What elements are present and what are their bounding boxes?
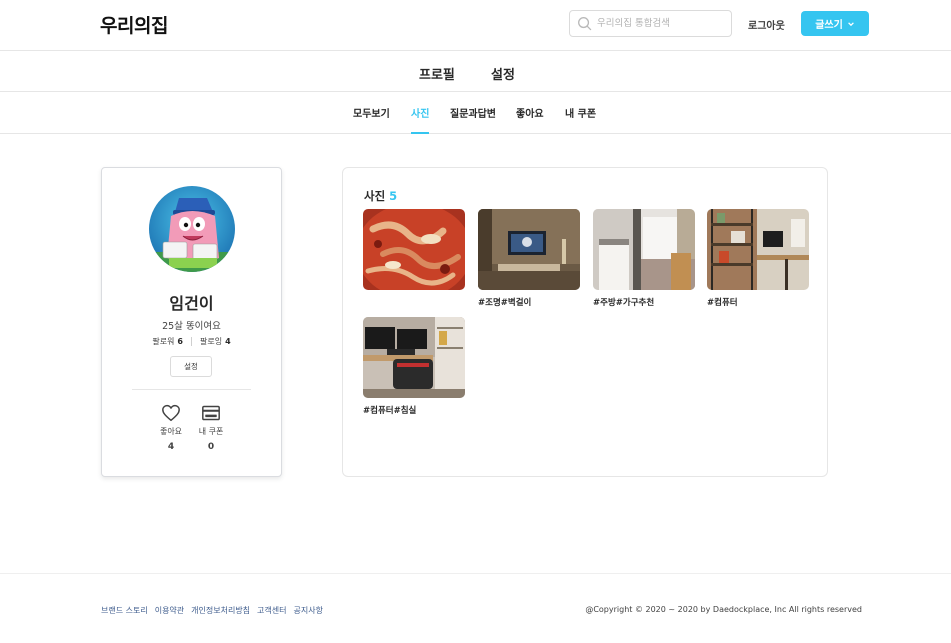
coupons-stat[interactable]: 내 쿠폰 0: [191, 404, 231, 452]
likes-label: 좋아요: [159, 427, 183, 436]
photo-card[interactable]: #조명#벽걸이: [478, 209, 580, 308]
subtab-all[interactable]: 모두보기: [353, 105, 390, 134]
profile-intro: 25살 똥이여요: [162, 321, 221, 332]
subtab-qna[interactable]: 질문과답변: [450, 105, 496, 134]
site-logo[interactable]: 우리의집: [100, 11, 168, 38]
following-label: 팔로잉: [200, 337, 223, 346]
likes-count: 4: [167, 442, 175, 452]
coupons-count: 0: [207, 442, 215, 452]
photo-tag: [363, 296, 465, 308]
living-room-tv-photo: [478, 209, 580, 290]
follower-link[interactable]: 팔로워 6: [152, 336, 183, 347]
tab-settings[interactable]: 설정: [491, 64, 515, 83]
photo-card[interactable]: #컴퓨터#침실: [363, 317, 465, 416]
photo-tag: #주방#가구추천: [593, 298, 655, 308]
kimchi-stew-photo: [363, 209, 465, 290]
secondary-nav: 모두보기 사진 질문과답변 좋아요 내 쿠폰: [0, 92, 951, 134]
footer-link-terms[interactable]: 이용약관: [155, 605, 184, 616]
footer-link-notice[interactable]: 공지사항: [294, 605, 323, 616]
computer-setup-photo: [363, 317, 465, 398]
coupons-label: 내 쿠폰: [198, 427, 224, 436]
top-header: 우리의집 로그아웃 글쓰기: [0, 0, 951, 51]
heart-icon: [162, 404, 180, 422]
search-box[interactable]: [569, 10, 732, 37]
kitchen-photo: [593, 209, 695, 290]
coupon-icon: [202, 405, 220, 421]
photo-tag: #컴퓨터#침실: [363, 406, 417, 416]
subtab-coupons[interactable]: 내 쿠폰: [565, 105, 596, 134]
following-count: 4: [225, 337, 231, 346]
subtab-photos[interactable]: 사진: [411, 105, 430, 134]
search-icon: [578, 17, 592, 31]
photo-card[interactable]: [363, 209, 465, 308]
chevron-down-icon: [847, 21, 854, 26]
profile-card: 임건이 25살 똥이여요 팔로워 6 팔로잉 4 설정 좋아요 4 내 쿠폰 0: [101, 167, 282, 477]
photo-tag: #컴퓨터: [707, 298, 738, 308]
write-button[interactable]: 글쓰기: [801, 11, 869, 36]
avatar[interactable]: [149, 186, 235, 272]
footer-links: 브랜드 스토리 이용약관 개인정보처리방침 고객센터 공지사항: [101, 605, 323, 616]
subtab-likes[interactable]: 좋아요: [516, 105, 544, 134]
photos-heading: 사진 5: [364, 188, 397, 204]
following-link[interactable]: 팔로잉 4: [200, 336, 231, 347]
copyright-text: @Copyright © 2020 ~ 2020 by Daedockplace…: [585, 605, 862, 614]
footer: 브랜드 스토리 이용약관 개인정보처리방침 고객센터 공지사항 @Copyrig…: [0, 573, 951, 643]
avatar-image: [149, 186, 235, 272]
follow-divider: [191, 337, 192, 346]
photos-count: 5: [389, 189, 398, 203]
footer-link-brand-story[interactable]: 브랜드 스토리: [101, 605, 148, 616]
profile-settings-button[interactable]: 설정: [170, 356, 212, 377]
profile-name: 임건이: [169, 294, 214, 313]
profile-divider: [132, 389, 251, 390]
footer-link-support[interactable]: 고객센터: [257, 605, 286, 616]
tab-profile[interactable]: 프로필: [419, 64, 455, 83]
likes-stat[interactable]: 좋아요 4: [151, 404, 191, 452]
footer-link-privacy[interactable]: 개인정보처리방침: [191, 605, 250, 616]
photo-card[interactable]: #컴퓨터: [707, 209, 809, 308]
follower-count: 6: [177, 337, 183, 346]
photos-panel: 사진 5 #조명#벽걸이 #주방#가구추천 #컴퓨터 #컴퓨터#침실: [342, 167, 828, 477]
photo-tag: #조명#벽걸이: [478, 298, 532, 308]
logout-link[interactable]: 로그아웃: [748, 17, 785, 32]
computer-desk-shelf-photo: [707, 209, 809, 290]
search-input[interactable]: [597, 14, 727, 33]
photos-title: 사진: [364, 189, 386, 203]
primary-nav: 프로필 설정: [0, 52, 951, 92]
follower-label: 팔로워: [152, 337, 175, 346]
write-button-label: 글쓰기: [815, 20, 843, 31]
photo-card[interactable]: #주방#가구추천: [593, 209, 695, 308]
follow-info: 팔로워 6 팔로잉 4: [102, 336, 281, 347]
